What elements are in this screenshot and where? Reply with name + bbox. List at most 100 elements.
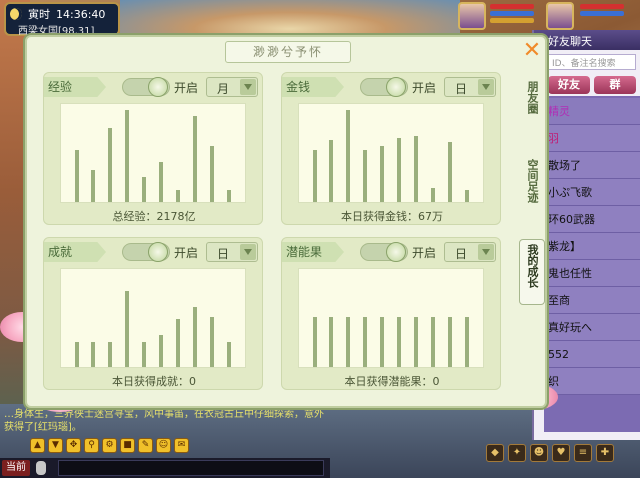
team-icon[interactable]: ☻: [530, 444, 548, 462]
side-tab-label: 空间足迹: [526, 159, 539, 203]
chart-bar: [209, 317, 214, 367]
chart-bar: [363, 317, 368, 367]
card-summary: 总经验：2178亿: [112, 210, 196, 223]
chart-bar: [209, 146, 214, 202]
list-item[interactable]: 紫龙】: [544, 233, 640, 260]
list-item[interactable]: 散场了: [544, 152, 640, 179]
chart-bar: [464, 190, 469, 202]
list-item[interactable]: 552: [544, 341, 640, 368]
system-icon[interactable]: ✚: [596, 444, 614, 462]
chart-bar: [329, 317, 334, 367]
money-toggle[interactable]: [360, 77, 408, 97]
friends-icon[interactable]: ♥: [552, 444, 570, 462]
chart-bar: [430, 188, 435, 202]
card-summary: 本日获得成就：0: [112, 375, 196, 388]
lock-icon[interactable]: ■: [120, 438, 135, 453]
toggle-knob: [386, 77, 406, 97]
player-avatar[interactable]: [458, 2, 486, 30]
chat-panel-title: 好友聊天: [534, 30, 640, 50]
time-display[interactable]: 寅时 14:36:40 西梁女国[98,31]: [4, 2, 120, 37]
list-item[interactable]: 至商: [544, 287, 640, 314]
close-icon[interactable]: ✕: [521, 40, 543, 63]
chat-input-bar: 当前: [0, 458, 330, 478]
experience-chart: [60, 103, 246, 203]
chat-bubble-icon[interactable]: ✉: [174, 438, 189, 453]
period-select[interactable]: 月: [206, 77, 258, 97]
pet-avatar[interactable]: [546, 2, 574, 30]
chart-bar: [447, 142, 452, 202]
settings-icon[interactable]: ⚙: [102, 438, 117, 453]
chart-bar: [91, 342, 96, 367]
scene-top-decor: [120, 0, 460, 36]
arrow-up-icon[interactable]: ▲: [30, 438, 45, 453]
tab-friends[interactable]: 好友: [548, 76, 590, 94]
tab-friend-circle[interactable]: 朋友圈: [519, 81, 545, 119]
chart-bar: [125, 291, 130, 367]
moon-icon: [10, 8, 22, 20]
chart-bar: [380, 146, 385, 202]
period-select[interactable]: 日: [206, 242, 258, 262]
side-tab-label: 我的成长: [526, 244, 539, 288]
menu-icon[interactable]: ≡: [574, 444, 592, 462]
move-icon[interactable]: ✥: [66, 438, 81, 453]
bag-icon[interactable]: ◆: [486, 444, 504, 462]
search-icon[interactable]: ⚲: [84, 438, 99, 453]
period-value: 日: [455, 247, 468, 261]
chart-bar: [142, 342, 147, 367]
chart-bar: [397, 138, 402, 202]
tab-groups[interactable]: 群: [594, 76, 636, 94]
period-select[interactable]: 日: [444, 242, 496, 262]
chart-bar: [363, 150, 368, 202]
chevron-down-icon: [240, 79, 256, 95]
chart-bar: [192, 116, 197, 202]
list-item[interactable]: 织: [544, 368, 640, 395]
potential-fruit-toggle[interactable]: [360, 242, 408, 262]
list-item[interactable]: 羽: [544, 125, 640, 152]
tab-my-growth[interactable]: 我的成长: [519, 239, 545, 305]
chart-bar: [346, 110, 351, 202]
list-item[interactable]: 鬼也任性: [544, 260, 640, 287]
microphone-icon[interactable]: [36, 461, 46, 475]
chart-bar: [108, 128, 113, 202]
card-label: 金钱: [282, 77, 344, 97]
side-tab-label: 朋友圈: [526, 81, 539, 114]
chart-bar: [464, 317, 469, 367]
card-label: 成就: [44, 242, 106, 262]
achievement-toggle[interactable]: [122, 242, 170, 262]
chart-bar: [159, 162, 164, 202]
chat-input[interactable]: [58, 460, 324, 476]
chart-bar: [192, 307, 197, 367]
arrow-down-icon[interactable]: ▼: [48, 438, 63, 453]
card-summary: 本日获得金钱：67万: [341, 210, 443, 223]
money-card: 金钱 开启 日 本日获得金钱：67万: [281, 72, 501, 225]
chart-bar: [447, 317, 452, 367]
growth-dialog: 渺渺兮予怀 ✕ 经验 开启 月 总经验：2178亿 金钱 开启 日 本日获得金钱…: [25, 35, 547, 408]
potential-fruit-card: 潜能果 开启 日 本日获得潜能果：0: [281, 237, 501, 390]
skill-icon[interactable]: ✦: [508, 444, 526, 462]
list-item[interactable]: 精灵: [544, 98, 640, 125]
player-status-bars: [490, 4, 534, 25]
card-summary: 本日获得潜能果：0: [344, 375, 440, 388]
friend-search-input[interactable]: ID、备注名搜索: [548, 54, 636, 70]
friend-list: 精灵 羽 散场了 小ぷ飞歌 环60武器 紫龙】 鬼也任性 至商 真好玩へ 552…: [544, 96, 640, 432]
brush-icon[interactable]: ✎: [138, 438, 153, 453]
tab-space-footprint[interactable]: 空间足迹: [519, 159, 545, 208]
potential-fruit-chart: [298, 268, 484, 368]
time-value: 14:36:40: [56, 7, 106, 21]
chart-bar: [74, 342, 79, 367]
chart-bar: [74, 150, 79, 202]
chevron-down-icon: [478, 79, 494, 95]
toggle-label: 开启: [174, 246, 199, 260]
chart-bar: [91, 170, 96, 202]
channel-selector[interactable]: 当前: [2, 460, 30, 476]
period-value: 日: [217, 247, 230, 261]
period-value: 月: [217, 82, 230, 96]
list-item[interactable]: 小ぷ飞歌: [544, 179, 640, 206]
list-item[interactable]: 真好玩へ: [544, 314, 640, 341]
chart-bar: [125, 110, 130, 202]
experience-toggle[interactable]: [122, 77, 170, 97]
list-item[interactable]: 环60武器: [544, 206, 640, 233]
period-select[interactable]: 日: [444, 77, 496, 97]
chart-bar: [413, 317, 418, 367]
emote-icon[interactable]: ☺: [156, 438, 171, 453]
